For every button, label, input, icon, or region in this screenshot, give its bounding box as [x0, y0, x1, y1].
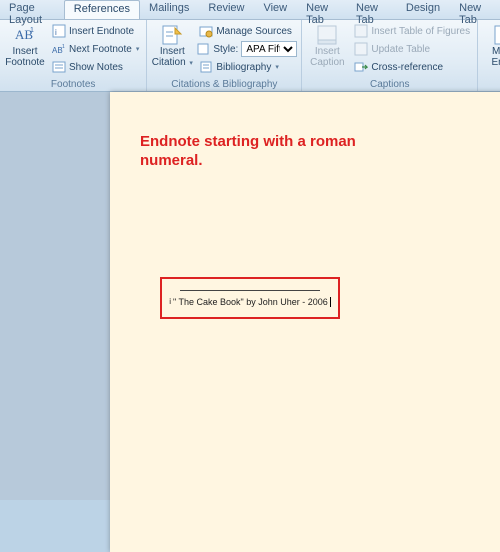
group-footnotes: AB1 Insert Footnote i Insert Endnote AB1…	[0, 20, 147, 91]
mark-entry-button[interactable]: Mark Entry	[482, 22, 500, 70]
insert-citation-button[interactable]: Insert Citation ▾	[151, 22, 193, 71]
group-title-footnotes: Footnotes	[4, 78, 142, 91]
update-table-label: Update Table	[371, 44, 430, 55]
bibliography-icon	[199, 60, 213, 74]
update-table-button[interactable]: Update Table	[351, 40, 473, 58]
mark-entry-icon	[492, 24, 500, 46]
cross-reference-label: Cross-reference	[371, 62, 443, 73]
bibliography-button[interactable]: Bibliography ▾	[196, 58, 297, 76]
tab-new-1[interactable]: New Tab	[297, 0, 347, 19]
show-notes-label: Show Notes	[69, 62, 123, 73]
endnote-numeral: i	[169, 297, 171, 306]
insert-footnote-button[interactable]: AB1 Insert Footnote	[4, 22, 46, 70]
insert-endnote-button[interactable]: i Insert Endnote	[49, 22, 142, 40]
insert-tof-button[interactable]: Insert Table of Figures	[351, 22, 473, 40]
endnote-text: " The Cake Book" by John Uher - 2006	[173, 297, 328, 307]
caption-icon	[316, 24, 338, 46]
endnote-entry[interactable]: i " The Cake Book" by John Uher - 2006	[169, 297, 331, 307]
group-title-citations: Citations & Bibliography	[151, 78, 297, 91]
insert-caption-label: Insert Caption	[306, 46, 348, 68]
style-select[interactable]: APA Fifth	[241, 41, 297, 57]
next-footnote-label: Next Footnote	[69, 44, 132, 55]
show-notes-button[interactable]: Show Notes	[49, 58, 142, 76]
insert-caption-button[interactable]: Insert Caption	[306, 22, 348, 70]
cross-ref-icon	[354, 60, 368, 74]
tab-new-2[interactable]: New Tab	[347, 0, 397, 19]
tof-icon	[354, 24, 368, 38]
svg-text:1: 1	[62, 44, 65, 50]
chevron-down-icon: ▾	[136, 45, 140, 53]
endnote-separator	[180, 290, 320, 291]
style-label: Style:	[213, 44, 238, 55]
tab-new-3[interactable]: New Tab	[450, 0, 500, 19]
tab-review[interactable]: Review	[199, 0, 254, 19]
manage-sources-button[interactable]: Manage Sources	[196, 22, 297, 40]
footnote-icon: AB1	[14, 24, 36, 46]
update-icon	[354, 42, 368, 56]
ribbon-tabs: Page Layout References Mailings Review V…	[0, 0, 500, 20]
next-footnote-icon: AB1	[52, 42, 66, 56]
tab-design[interactable]: Design	[397, 0, 450, 19]
cross-reference-button[interactable]: Cross-reference	[351, 58, 473, 76]
insert-endnote-label: Insert Endnote	[69, 26, 134, 37]
tab-view[interactable]: View	[254, 0, 297, 19]
tab-references[interactable]: References	[64, 0, 140, 19]
group-index: Mark Entry Insert Updat Index	[478, 20, 500, 91]
insert-tof-label: Insert Table of Figures	[371, 26, 470, 37]
bibliography-label: Bibliography	[216, 62, 271, 73]
document-page[interactable]: Endnote starting with a roman numeral.	[110, 92, 500, 552]
mark-entry-label: Mark Entry	[482, 46, 500, 68]
text-cursor	[330, 297, 331, 307]
workspace: Endnote starting with a roman numeral. i…	[0, 92, 500, 500]
group-citations: Insert Citation ▾ Manage Sources Style: …	[147, 20, 302, 91]
manage-sources-label: Manage Sources	[216, 26, 292, 37]
citation-style-row: Style: APA Fifth	[196, 40, 297, 58]
endnote-icon: i	[52, 24, 66, 38]
highlight-box: i " The Cake Book" by John Uher - 2006	[160, 277, 340, 319]
citation-icon	[161, 24, 183, 46]
next-footnote-button[interactable]: AB1 Next Footnote ▾	[49, 40, 142, 58]
svg-text:1: 1	[30, 27, 34, 34]
insert-citation-label: Insert Citation ▾	[151, 46, 193, 69]
group-title-captions: Captions	[306, 78, 473, 91]
annotation-text: Endnote starting with a roman numeral.	[140, 132, 500, 170]
style-icon	[196, 42, 210, 56]
ribbon: AB1 Insert Footnote i Insert Endnote AB1…	[0, 20, 500, 92]
tab-mailings[interactable]: Mailings	[140, 0, 199, 19]
show-notes-icon	[52, 60, 66, 74]
group-title-index: Index	[482, 78, 500, 91]
manage-sources-icon	[199, 24, 213, 38]
group-captions: Insert Caption Insert Table of Figures U…	[302, 20, 478, 91]
chevron-down-icon: ▾	[275, 63, 279, 71]
insert-footnote-label: Insert Footnote	[4, 46, 46, 68]
svg-text:i: i	[55, 28, 57, 37]
tab-page-layout[interactable]: Page Layout	[0, 0, 64, 19]
